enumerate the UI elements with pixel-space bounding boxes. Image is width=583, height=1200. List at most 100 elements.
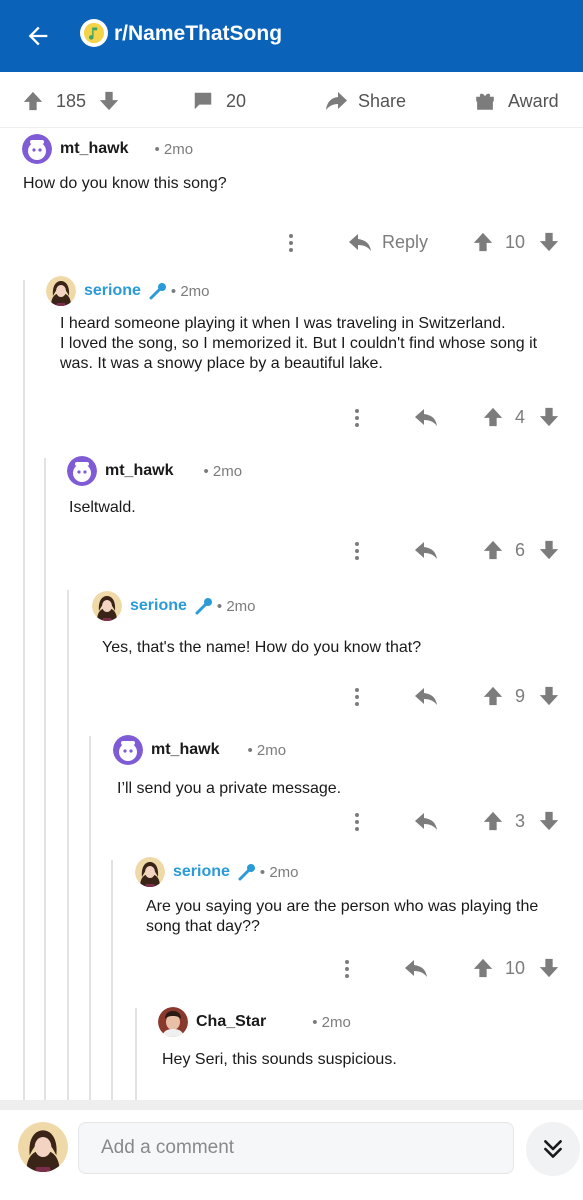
comment-bubble-icon xyxy=(194,92,212,110)
post-vote-group: 185 xyxy=(22,74,120,128)
downvote-icon[interactable] xyxy=(538,810,560,832)
post-action-bar: 185 20 Share Award xyxy=(0,74,583,128)
upvote-icon[interactable] xyxy=(482,406,504,428)
microphone-flair-icon xyxy=(149,282,169,300)
award-button[interactable]: Award xyxy=(474,74,559,128)
avatar[interactable] xyxy=(158,1007,188,1037)
upvote-icon[interactable] xyxy=(482,539,504,561)
user-photo-icon xyxy=(135,857,165,887)
username[interactable]: mt_hawk xyxy=(105,462,173,480)
back-button[interactable] xyxy=(20,18,56,54)
more-options-icon[interactable] xyxy=(287,231,295,255)
user-photo-icon xyxy=(18,1122,68,1172)
thread-line[interactable] xyxy=(67,590,69,1100)
thread-line[interactable] xyxy=(135,1008,137,1100)
comments-button[interactable]: 20 xyxy=(192,74,246,128)
more-options-icon[interactable] xyxy=(343,957,351,981)
comment-body: I heard someone playing it when I was tr… xyxy=(60,315,538,372)
post-vote-count: 185 xyxy=(56,90,87,111)
comment-age: • 2mo xyxy=(154,140,194,158)
username[interactable]: serione xyxy=(173,863,230,881)
comment-vote-count: 10 xyxy=(505,958,526,978)
reply-arrow-icon[interactable] xyxy=(404,957,428,979)
comment-body: Iseltwald. xyxy=(69,499,136,516)
share-arrow-icon xyxy=(326,92,347,110)
top-app-bar: r/NameThatSong xyxy=(0,0,583,72)
avatar[interactable] xyxy=(113,735,143,765)
subreddit-icon[interactable] xyxy=(80,19,108,47)
upvote-icon[interactable] xyxy=(482,685,504,707)
reply-button[interactable]: Reply xyxy=(348,231,428,253)
comment-age: • 2mo xyxy=(216,597,256,615)
avatar[interactable] xyxy=(22,134,52,164)
comment-header: mt_hawk • 2mo xyxy=(22,134,193,164)
more-options-icon[interactable] xyxy=(353,539,361,563)
username[interactable]: serione xyxy=(84,282,141,300)
more-options-icon[interactable] xyxy=(353,685,361,709)
comment-age: • 2mo xyxy=(170,282,210,300)
username[interactable]: serione xyxy=(130,597,187,615)
jump-to-next-button[interactable] xyxy=(526,1122,580,1176)
avatar[interactable] xyxy=(46,276,76,306)
downvote-icon[interactable] xyxy=(538,685,560,707)
downvote-icon[interactable] xyxy=(538,957,560,979)
comment-vote-count: 3 xyxy=(515,811,526,831)
upvote-icon[interactable] xyxy=(472,231,494,253)
comment-header: mt_hawk • 2mo xyxy=(113,735,286,765)
comment-actions: 9 xyxy=(0,682,583,712)
username[interactable]: mt_hawk xyxy=(151,741,219,759)
comment-actions: Reply 10 xyxy=(0,228,583,258)
comment-body: Are you saying you are the person who wa… xyxy=(146,898,539,935)
gift-icon xyxy=(476,93,494,110)
reply-arrow-icon[interactable] xyxy=(414,539,438,561)
comment-age: • 2mo xyxy=(247,741,287,759)
comments-count: 20 xyxy=(226,90,247,111)
comment-body: Hey Seri, this sounds suspicious. xyxy=(162,1051,397,1068)
comment-vote-count: 4 xyxy=(515,407,526,427)
thread-line[interactable] xyxy=(89,736,91,1100)
comment-vote-count: 10 xyxy=(505,232,526,252)
comment-header: Cha_Star • 2mo xyxy=(158,1007,351,1037)
upvote-icon[interactable] xyxy=(22,90,44,112)
avatar[interactable] xyxy=(92,591,122,621)
comment-vote-count: 6 xyxy=(515,540,526,560)
snoo-avatar-icon xyxy=(113,735,143,765)
reply-arrow-icon[interactable] xyxy=(414,406,438,428)
downvote-icon[interactable] xyxy=(538,231,560,253)
award-label: Award xyxy=(508,90,559,111)
comment-vote-count: 9 xyxy=(515,686,526,706)
user-photo-icon xyxy=(92,591,122,621)
comment-header: serione • 2mo xyxy=(135,857,299,887)
microphone-flair-icon xyxy=(195,597,215,615)
reply-arrow-icon[interactable] xyxy=(414,685,438,707)
reply-arrow-icon[interactable] xyxy=(414,810,438,832)
comment-body: I’ll send you a private message. xyxy=(117,780,342,797)
subreddit-name[interactable]: r/NameThatSong xyxy=(114,22,282,46)
comment-header: serione • 2mo xyxy=(46,276,210,306)
upvote-icon[interactable] xyxy=(482,810,504,832)
comment-actions: 3 xyxy=(0,807,583,837)
reply-arrow-icon xyxy=(349,234,371,251)
more-options-icon[interactable] xyxy=(353,406,361,430)
downvote-icon[interactable] xyxy=(538,406,560,428)
comment-actions: 4 xyxy=(0,403,583,433)
user-photo-icon xyxy=(158,1007,188,1037)
comment-header: mt_hawk • 2mo xyxy=(67,456,242,486)
downvote-icon[interactable] xyxy=(538,539,560,561)
downvote-icon[interactable] xyxy=(98,90,120,112)
username[interactable]: Cha_Star xyxy=(196,1013,266,1031)
upvote-icon[interactable] xyxy=(472,957,494,979)
comment-composer-bar xyxy=(0,1100,583,1200)
username[interactable]: mt_hawk xyxy=(60,140,128,158)
current-user-avatar[interactable] xyxy=(18,1122,68,1172)
avatar[interactable] xyxy=(67,456,97,486)
comment-body: Yes, that's the name! How do you know th… xyxy=(102,639,422,656)
double-chevron-down-icon xyxy=(544,1140,562,1158)
share-button[interactable]: Share xyxy=(324,74,406,128)
more-options-icon[interactable] xyxy=(353,810,361,834)
music-note-icon xyxy=(83,22,105,44)
comment-actions: 10 xyxy=(0,954,583,984)
avatar[interactable] xyxy=(135,857,165,887)
comment-input[interactable] xyxy=(78,1122,514,1174)
comment-header: serione • 2mo xyxy=(92,591,256,621)
